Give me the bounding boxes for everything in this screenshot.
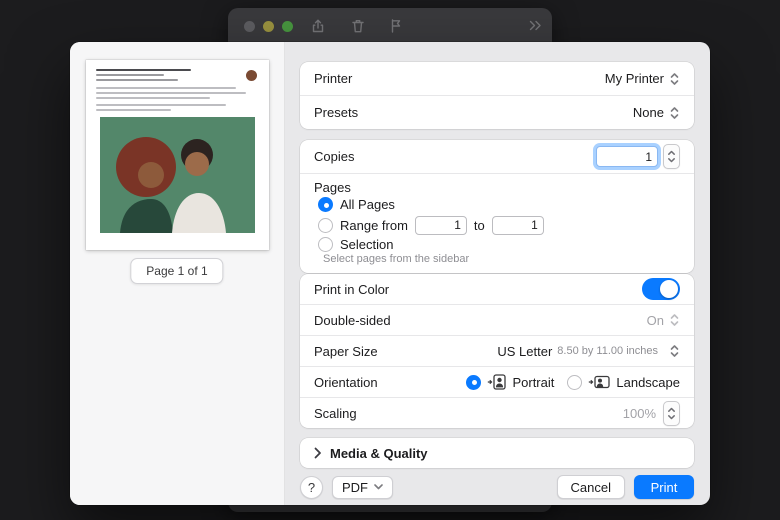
selection-radio[interactable] xyxy=(318,237,333,252)
portrait-label: Portrait xyxy=(512,375,554,390)
selection-option[interactable]: Selection xyxy=(314,236,680,253)
chevron-down-icon xyxy=(374,484,383,490)
export-icon[interactable] xyxy=(310,18,326,34)
portrait-icon xyxy=(487,374,506,390)
presets-row: Presets None xyxy=(300,96,694,129)
paper-size-row: Paper Size US Letter 8.50 by 11.00 inche… xyxy=(300,336,694,366)
minimize-window-button[interactable] xyxy=(263,21,274,32)
chevron-up-down-icon xyxy=(669,105,680,121)
flag-icon[interactable] xyxy=(388,18,404,34)
printer-value: My Printer xyxy=(605,71,664,86)
dialog-footer: ? PDF Cancel Print xyxy=(300,475,694,499)
copies-input[interactable] xyxy=(596,146,658,167)
range-option[interactable]: Range from to xyxy=(314,214,680,236)
landscape-icon xyxy=(588,374,610,390)
copies-stepper[interactable] xyxy=(663,144,680,169)
paper-size-value: US Letter xyxy=(497,344,552,359)
selection-hint: Select pages from the sidebar xyxy=(314,253,680,266)
paper-size-detail: 8.50 by 11.00 inches xyxy=(557,345,658,357)
output-options-group: Print in Color Double-sided On Paper Siz… xyxy=(300,274,694,428)
pdf-label: PDF xyxy=(342,480,368,495)
cancel-button[interactable]: Cancel xyxy=(557,475,625,499)
portrait-radio[interactable] xyxy=(466,375,481,390)
zoom-window-button[interactable] xyxy=(282,21,293,32)
scaling-stepper[interactable] xyxy=(663,401,680,426)
email-photo xyxy=(100,117,255,233)
chevron-right-icon xyxy=(314,447,322,459)
help-button[interactable]: ? xyxy=(300,476,323,499)
double-sided-popup: On xyxy=(647,312,680,328)
presets-label: Presets xyxy=(314,105,358,120)
double-chevron-right-icon[interactable] xyxy=(528,18,543,33)
scaling-label: Scaling xyxy=(314,406,357,421)
range-label: Range from xyxy=(340,218,408,233)
all-pages-radio[interactable] xyxy=(318,197,333,212)
window-controls xyxy=(244,21,293,32)
double-sided-value: On xyxy=(647,313,664,328)
background-toolbar xyxy=(228,8,552,44)
print-in-color-row: Print in Color xyxy=(300,274,694,304)
range-to-label: to xyxy=(474,218,485,233)
presets-popup[interactable]: None xyxy=(633,105,680,121)
media-quality-disclosure[interactable]: Media & Quality xyxy=(300,438,694,468)
scaling-value: 100% xyxy=(623,406,656,421)
copies-pages-group: Copies Pages All Pages Range from to xyxy=(300,140,694,273)
pages-section: Pages All Pages Range from to Selection … xyxy=(300,174,694,273)
range-to-input[interactable] xyxy=(492,216,544,235)
pages-label: Pages xyxy=(314,179,680,195)
document-preview-page xyxy=(86,60,269,250)
presets-value: None xyxy=(633,105,664,120)
portrait-option[interactable]: Portrait xyxy=(466,374,554,390)
chevron-up-down-icon xyxy=(669,312,680,328)
copies-label: Copies xyxy=(314,149,354,164)
landscape-radio[interactable] xyxy=(567,375,582,390)
printer-popup[interactable]: My Printer xyxy=(605,71,680,87)
trash-icon[interactable] xyxy=(350,18,366,34)
print-dialog: Page 1 of 1 Printer My Printer Presets N… xyxy=(70,42,710,505)
orientation-label: Orientation xyxy=(314,375,378,390)
landscape-option[interactable]: Landscape xyxy=(567,374,680,390)
double-sided-label: Double-sided xyxy=(314,313,391,328)
printer-presets-group: Printer My Printer Presets None xyxy=(300,62,694,129)
media-quality-label: Media & Quality xyxy=(330,446,428,461)
chevron-up-down-icon xyxy=(669,71,680,87)
scaling-row: Scaling 100% xyxy=(300,398,694,428)
paper-size-popup[interactable]: US Letter 8.50 by 11.00 inches xyxy=(497,343,680,359)
email-text-preview xyxy=(96,69,259,114)
print-button[interactable]: Print xyxy=(634,475,694,499)
double-sided-row: Double-sided On xyxy=(300,305,694,335)
landscape-label: Landscape xyxy=(616,375,680,390)
copies-row: Copies xyxy=(300,140,694,173)
print-in-color-label: Print in Color xyxy=(314,282,389,297)
chevron-up-down-icon xyxy=(669,343,680,359)
close-window-button[interactable] xyxy=(244,21,255,32)
all-pages-option[interactable]: All Pages xyxy=(314,195,680,214)
printer-row: Printer My Printer xyxy=(300,62,694,95)
media-quality-group: Media & Quality xyxy=(300,438,694,468)
orientation-row: Orientation Portrait xyxy=(300,367,694,397)
pdf-menu-button[interactable]: PDF xyxy=(332,476,393,499)
selection-label: Selection xyxy=(340,237,393,252)
paper-size-label: Paper Size xyxy=(314,344,378,359)
preview-pane: Page 1 of 1 xyxy=(70,42,285,505)
page-indicator[interactable]: Page 1 of 1 xyxy=(130,258,223,284)
printer-label: Printer xyxy=(314,71,352,86)
print-in-color-toggle[interactable] xyxy=(642,278,680,300)
range-radio[interactable] xyxy=(318,218,333,233)
sender-avatar xyxy=(246,70,257,81)
all-pages-label: All Pages xyxy=(340,197,395,212)
range-from-input[interactable] xyxy=(415,216,467,235)
